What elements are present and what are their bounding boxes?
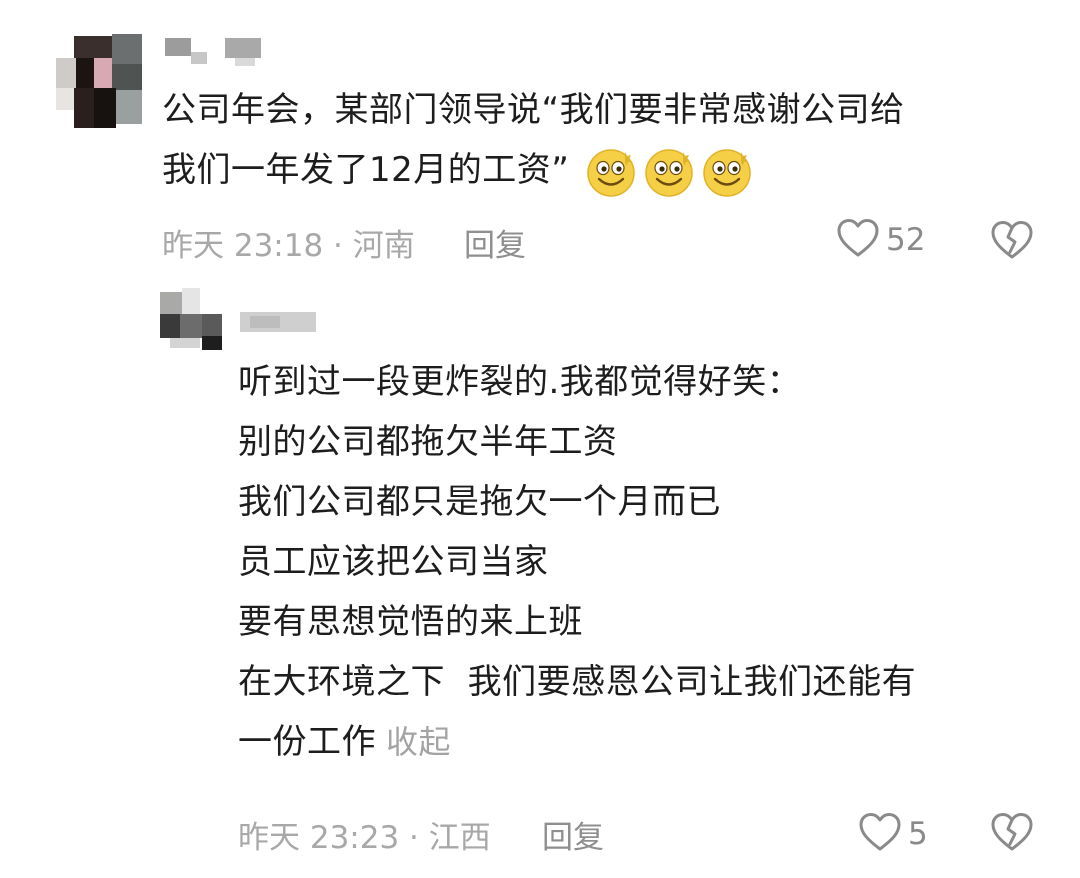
collapse-link[interactable]: 收起	[386, 723, 451, 761]
comment-line: 我们一年发了12月的工资”	[162, 150, 570, 190]
grinning-face-icon	[643, 146, 695, 198]
reply-line: 一份工作	[238, 722, 376, 762]
comment-time-location: 昨天 23:18 · 河南	[162, 228, 415, 264]
grinning-face-icon	[585, 146, 637, 198]
grinning-face-icon	[701, 146, 753, 198]
reply-line: 在大环境之下 我们要感恩公司让我们还能有	[238, 662, 917, 702]
reply-button[interactable]: 回复	[464, 220, 526, 265]
reply-button[interactable]: 回复	[542, 812, 604, 857]
username-redacted	[240, 312, 316, 334]
avatar[interactable]	[52, 28, 150, 130]
comment-body: 公司年会，某部门领导说“我们要非常感谢公司给 我们一年发了12月的工资”	[162, 80, 1042, 200]
reply-line: 员工应该把公司当家	[238, 542, 549, 582]
reply-time-location: 昨天 23:23 · 江西	[238, 820, 491, 856]
reply-line: 听到过一段更炸裂的.我都觉得好笑：	[238, 362, 802, 402]
comment-line: 公司年会，某部门领导说“我们要非常感谢公司给	[162, 90, 905, 130]
like-button[interactable]: 5	[858, 812, 928, 856]
reply-line: 要有思想觉悟的来上班	[238, 602, 583, 642]
reply-body: 听到过一段更炸裂的.我都觉得好笑： 别的公司都拖欠半年工资 我们公司都只是拖欠一…	[238, 352, 1038, 772]
reply-line: 我们公司都只是拖欠一个月而已	[238, 482, 721, 522]
reply-line: 别的公司都拖欠半年工资	[238, 422, 618, 462]
reply-line-last: 一份工作 收起	[238, 712, 1038, 772]
broken-heart-icon	[990, 813, 1034, 856]
comment-line-2: 我们一年发了12月的工资”	[162, 140, 1042, 200]
heart-icon	[836, 218, 880, 262]
emoji-row	[585, 146, 753, 198]
like-count: 5	[908, 816, 928, 852]
like-count: 52	[886, 222, 926, 258]
broken-heart-icon	[990, 221, 1034, 264]
dislike-button[interactable]	[990, 812, 1034, 856]
like-button[interactable]: 52	[836, 218, 925, 262]
username-redacted	[165, 38, 265, 68]
avatar[interactable]	[160, 288, 222, 350]
dislike-button[interactable]	[990, 220, 1034, 264]
heart-icon	[858, 812, 902, 856]
